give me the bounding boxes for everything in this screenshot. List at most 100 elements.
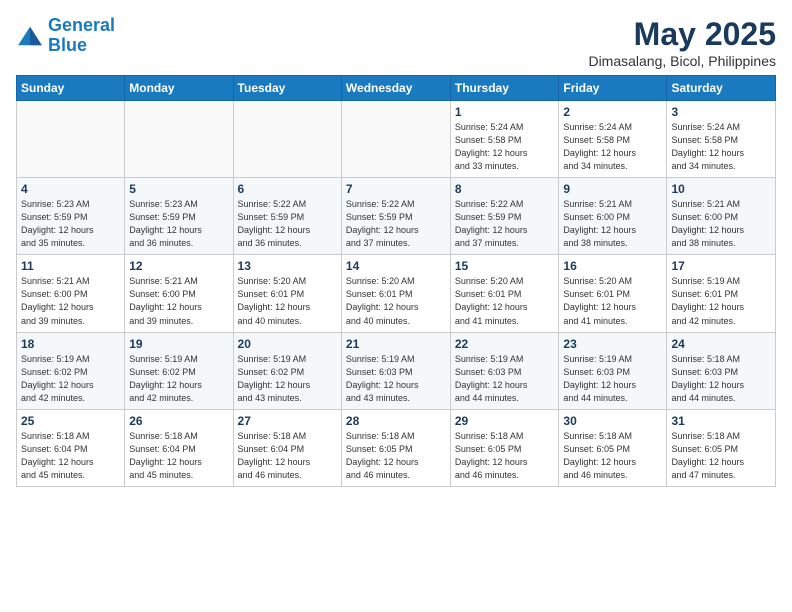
day-info: Sunrise: 5:19 AM Sunset: 6:02 PM Dayligh… bbox=[129, 353, 228, 405]
calendar-cell: 12 Sunrise: 5:21 AM Sunset: 6:00 PM Dayli… bbox=[125, 255, 233, 332]
calendar-week-1: 1 Sunrise: 5:24 AM Sunset: 5:58 PM Daylig… bbox=[17, 101, 776, 178]
calendar-cell: 30Sunrise: 5:18 AM Sunset: 6:05 PM Dayli… bbox=[559, 409, 667, 486]
calendar-body: 1 Sunrise: 5:24 AM Sunset: 5:58 PM Daylig… bbox=[17, 101, 776, 487]
calendar-week-5: 25 Sunrise: 5:18 AM Sunset: 6:04 PM Dayli… bbox=[17, 409, 776, 486]
day-info: Sunrise: 5:20 AM Sunset: 6:01 PM Dayligh… bbox=[563, 275, 662, 327]
day-info: Sunrise: 5:24 AM Sunset: 5:58 PM Dayligh… bbox=[455, 121, 555, 173]
logo-text: General Blue bbox=[48, 16, 115, 56]
day-info: Sunrise: 5:23 AM Sunset: 5:59 PM Dayligh… bbox=[21, 198, 120, 250]
calendar-cell: 11 Sunrise: 5:21 AM Sunset: 6:00 PM Dayli… bbox=[17, 255, 125, 332]
col-saturday: Saturday bbox=[667, 76, 776, 101]
calendar-cell: 25 Sunrise: 5:18 AM Sunset: 6:04 PM Dayli… bbox=[17, 409, 125, 486]
day-info: Sunrise: 5:18 AM Sunset: 6:03 PM Dayligh… bbox=[671, 353, 771, 405]
day-info: Sunrise: 5:21 AM Sunset: 6:00 PM Dayligh… bbox=[671, 198, 771, 250]
day-info: Sunrise: 5:19 AM Sunset: 6:01 PM Dayligh… bbox=[671, 275, 771, 327]
calendar-cell: 23Sunrise: 5:19 AM Sunset: 6:03 PM Dayli… bbox=[559, 332, 667, 409]
calendar-cell bbox=[125, 101, 233, 178]
day-info: Sunrise: 5:18 AM Sunset: 6:05 PM Dayligh… bbox=[671, 430, 771, 482]
day-info: Sunrise: 5:19 AM Sunset: 6:03 PM Dayligh… bbox=[455, 353, 555, 405]
day-info: Sunrise: 5:18 AM Sunset: 6:05 PM Dayligh… bbox=[563, 430, 662, 482]
page-container: General Blue May 2025 Dimasalang, Bicol,… bbox=[0, 0, 792, 497]
day-number: 6 bbox=[238, 182, 337, 196]
day-info: Sunrise: 5:21 AM Sunset: 6:00 PM Dayligh… bbox=[21, 275, 120, 327]
calendar-cell bbox=[17, 101, 125, 178]
day-number: 29 bbox=[455, 414, 555, 428]
calendar-week-4: 18Sunrise: 5:19 AM Sunset: 6:02 PM Dayli… bbox=[17, 332, 776, 409]
day-info: Sunrise: 5:18 AM Sunset: 6:04 PM Dayligh… bbox=[129, 430, 228, 482]
calendar-cell: 2Sunrise: 5:24 AM Sunset: 5:58 PM Daylig… bbox=[559, 101, 667, 178]
col-tuesday: Tuesday bbox=[233, 76, 341, 101]
calendar-week-2: 4 Sunrise: 5:23 AM Sunset: 5:59 PM Daylig… bbox=[17, 178, 776, 255]
calendar-cell: 19 Sunrise: 5:19 AM Sunset: 6:02 PM Dayli… bbox=[125, 332, 233, 409]
day-number: 27 bbox=[238, 414, 337, 428]
calendar-cell: 6 Sunrise: 5:22 AM Sunset: 5:59 PM Daylig… bbox=[233, 178, 341, 255]
day-number: 5 bbox=[129, 182, 228, 196]
day-number: 4 bbox=[21, 182, 120, 196]
day-number: 23 bbox=[563, 337, 662, 351]
day-number: 14 bbox=[346, 259, 446, 273]
col-wednesday: Wednesday bbox=[341, 76, 450, 101]
day-info: Sunrise: 5:18 AM Sunset: 6:04 PM Dayligh… bbox=[21, 430, 120, 482]
title-block: May 2025 Dimasalang, Bicol, Philippines bbox=[588, 16, 776, 69]
logo-line2: Blue bbox=[48, 35, 87, 55]
col-monday: Monday bbox=[125, 76, 233, 101]
calendar-cell: 24 Sunrise: 5:18 AM Sunset: 6:03 PM Dayli… bbox=[667, 332, 776, 409]
calendar-week-3: 11 Sunrise: 5:21 AM Sunset: 6:00 PM Dayli… bbox=[17, 255, 776, 332]
calendar-cell: 26 Sunrise: 5:18 AM Sunset: 6:04 PM Dayli… bbox=[125, 409, 233, 486]
day-number: 12 bbox=[129, 259, 228, 273]
calendar-cell: 10 Sunrise: 5:21 AM Sunset: 6:00 PM Dayli… bbox=[667, 178, 776, 255]
calendar-cell: 9Sunrise: 5:21 AM Sunset: 6:00 PM Daylig… bbox=[559, 178, 667, 255]
header: General Blue May 2025 Dimasalang, Bicol,… bbox=[16, 16, 776, 69]
calendar-cell: 7Sunrise: 5:22 AM Sunset: 5:59 PM Daylig… bbox=[341, 178, 450, 255]
logo-icon bbox=[16, 25, 44, 47]
day-number: 28 bbox=[346, 414, 446, 428]
calendar-cell: 15 Sunrise: 5:20 AM Sunset: 6:01 PM Dayli… bbox=[450, 255, 559, 332]
day-number: 3 bbox=[671, 105, 771, 119]
day-info: Sunrise: 5:24 AM Sunset: 5:58 PM Dayligh… bbox=[563, 121, 662, 173]
calendar-cell: 27 Sunrise: 5:18 AM Sunset: 6:04 PM Dayli… bbox=[233, 409, 341, 486]
day-number: 16 bbox=[563, 259, 662, 273]
day-number: 25 bbox=[21, 414, 120, 428]
day-number: 11 bbox=[21, 259, 120, 273]
day-number: 24 bbox=[671, 337, 771, 351]
subtitle: Dimasalang, Bicol, Philippines bbox=[588, 53, 776, 69]
day-info: Sunrise: 5:20 AM Sunset: 6:01 PM Dayligh… bbox=[455, 275, 555, 327]
header-row: Sunday Monday Tuesday Wednesday Thursday… bbox=[17, 76, 776, 101]
calendar-cell: 14 Sunrise: 5:20 AM Sunset: 6:01 PM Dayli… bbox=[341, 255, 450, 332]
col-sunday: Sunday bbox=[17, 76, 125, 101]
calendar-header: Sunday Monday Tuesday Wednesday Thursday… bbox=[17, 76, 776, 101]
day-number: 7 bbox=[346, 182, 446, 196]
day-number: 9 bbox=[563, 182, 662, 196]
day-info: Sunrise: 5:20 AM Sunset: 6:01 PM Dayligh… bbox=[346, 275, 446, 327]
day-info: Sunrise: 5:23 AM Sunset: 5:59 PM Dayligh… bbox=[129, 198, 228, 250]
calendar-cell: 22Sunrise: 5:19 AM Sunset: 6:03 PM Dayli… bbox=[450, 332, 559, 409]
day-number: 15 bbox=[455, 259, 555, 273]
calendar-cell: 21Sunrise: 5:19 AM Sunset: 6:03 PM Dayli… bbox=[341, 332, 450, 409]
day-number: 13 bbox=[238, 259, 337, 273]
calendar-cell: 5 Sunrise: 5:23 AM Sunset: 5:59 PM Daylig… bbox=[125, 178, 233, 255]
col-friday: Friday bbox=[559, 76, 667, 101]
day-info: Sunrise: 5:19 AM Sunset: 6:03 PM Dayligh… bbox=[346, 353, 446, 405]
day-info: Sunrise: 5:18 AM Sunset: 6:05 PM Dayligh… bbox=[346, 430, 446, 482]
calendar-cell: 8Sunrise: 5:22 AM Sunset: 5:59 PM Daylig… bbox=[450, 178, 559, 255]
calendar-cell: 31 Sunrise: 5:18 AM Sunset: 6:05 PM Dayli… bbox=[667, 409, 776, 486]
calendar-cell: 13Sunrise: 5:20 AM Sunset: 6:01 PM Dayli… bbox=[233, 255, 341, 332]
day-info: Sunrise: 5:21 AM Sunset: 6:00 PM Dayligh… bbox=[129, 275, 228, 327]
day-number: 26 bbox=[129, 414, 228, 428]
day-number: 1 bbox=[455, 105, 555, 119]
calendar-cell: 4 Sunrise: 5:23 AM Sunset: 5:59 PM Daylig… bbox=[17, 178, 125, 255]
main-title: May 2025 bbox=[588, 16, 776, 53]
calendar-cell: 28 Sunrise: 5:18 AM Sunset: 6:05 PM Dayli… bbox=[341, 409, 450, 486]
calendar-cell: 29Sunrise: 5:18 AM Sunset: 6:05 PM Dayli… bbox=[450, 409, 559, 486]
day-number: 19 bbox=[129, 337, 228, 351]
day-info: Sunrise: 5:22 AM Sunset: 5:59 PM Dayligh… bbox=[238, 198, 337, 250]
day-number: 31 bbox=[671, 414, 771, 428]
day-info: Sunrise: 5:18 AM Sunset: 6:04 PM Dayligh… bbox=[238, 430, 337, 482]
calendar-cell: 1 Sunrise: 5:24 AM Sunset: 5:58 PM Daylig… bbox=[450, 101, 559, 178]
day-info: Sunrise: 5:19 AM Sunset: 6:02 PM Dayligh… bbox=[238, 353, 337, 405]
calendar-cell: 18Sunrise: 5:19 AM Sunset: 6:02 PM Dayli… bbox=[17, 332, 125, 409]
logo: General Blue bbox=[16, 16, 115, 56]
calendar-cell: 20Sunrise: 5:19 AM Sunset: 6:02 PM Dayli… bbox=[233, 332, 341, 409]
calendar-cell bbox=[233, 101, 341, 178]
day-number: 10 bbox=[671, 182, 771, 196]
